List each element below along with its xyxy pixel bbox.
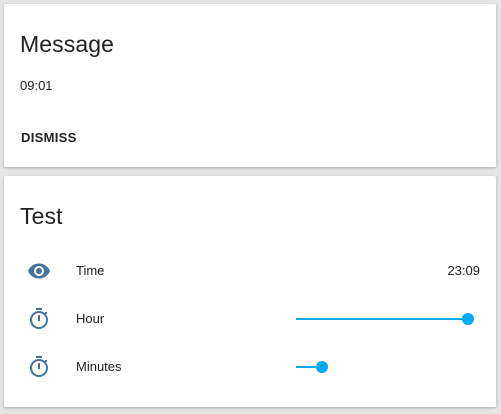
card-title: Message [20, 31, 115, 57]
slider-track [296, 318, 468, 320]
time-value: 23:09 [447, 263, 480, 278]
eye-icon [27, 259, 51, 283]
time-row[interactable]: Time 23:09 [4, 251, 496, 291]
card-title: Test [20, 203, 63, 229]
hour-row: Hour [4, 299, 496, 339]
hour-label: Hour [76, 311, 105, 326]
timer-icon [27, 307, 51, 331]
hour-slider[interactable] [296, 313, 474, 330]
dismiss-button[interactable]: DISMISS [12, 126, 86, 149]
message-card: Message 09:01 DISMISS [4, 4, 496, 167]
time-label: Time [76, 263, 105, 278]
timer-icon [27, 355, 51, 379]
slider-thumb[interactable] [316, 361, 328, 373]
slider-thumb[interactable] [462, 313, 474, 325]
test-card: Test Time 23:09 Hour Minutes [4, 176, 496, 407]
minutes-label: Minutes [76, 359, 122, 374]
message-text: 09:01 [20, 78, 53, 93]
minutes-slider[interactable] [296, 361, 474, 378]
minutes-row: Minutes [4, 347, 496, 387]
